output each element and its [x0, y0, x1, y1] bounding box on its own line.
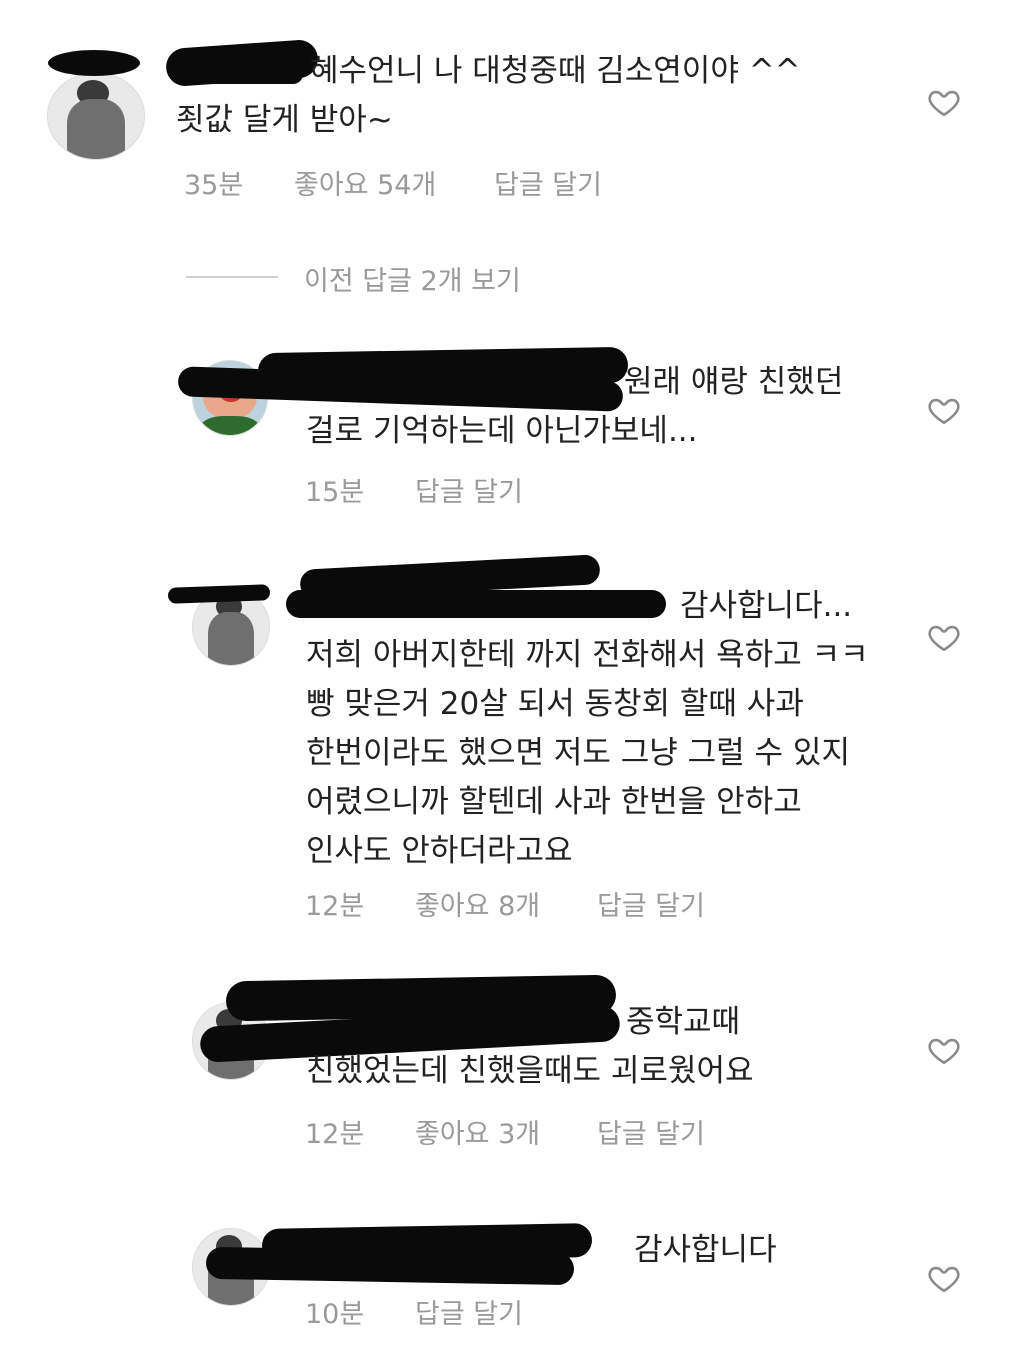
avatar-shirt-shape: [200, 415, 260, 435]
comment-text: 중학교때 친했었는데 친했을때도 괴로웠어요: [306, 1004, 754, 1089]
reply-button[interactable]: 답글 달기: [597, 1112, 705, 1151]
comment-text: 혜수언니 나 대청중때 김소연이야 ^^ 죗값 달게 받아~: [176, 53, 801, 138]
comment-text: 원래 얘랑 친했던 걸로 기억하는데 아닌가보네...: [306, 364, 844, 449]
comment-meta: 10분 답글 달기: [305, 1292, 523, 1331]
reply-button[interactable]: 답글 달기: [415, 1292, 523, 1331]
comment-meta: 12분 좋아요 8개 답글 달기: [305, 884, 705, 923]
comment-time: 15분: [305, 477, 365, 508]
like-count[interactable]: 좋아요 8개: [415, 884, 597, 923]
comment-meta: 15분 답글 달기: [305, 470, 523, 509]
heart-outline-icon[interactable]: [927, 393, 961, 427]
heart-outline-icon[interactable]: [927, 85, 961, 119]
comment-time: 35분: [184, 170, 244, 201]
comment-text: 감사합니다: [634, 1232, 777, 1268]
reply-button[interactable]: 답글 달기: [415, 470, 523, 509]
comment-meta: 35분 좋아요 54개 답글 달기: [184, 163, 602, 202]
heart-outline-icon[interactable]: [927, 1261, 961, 1295]
redaction-mark: [48, 50, 140, 76]
view-previous-divider: [186, 276, 278, 278]
comment-text: 감사합니다... 저희 아버지한테 까지 전화해서 욕하고 ㅋㅋ 빵 맞은거 2…: [306, 588, 869, 869]
heart-outline-icon[interactable]: [927, 620, 961, 654]
comment-time: 12분: [305, 1119, 365, 1150]
avatar[interactable]: [47, 72, 145, 160]
avatar-body-shape: [67, 98, 125, 159]
reply-button[interactable]: 답글 달기: [597, 884, 705, 923]
reply-button[interactable]: 답글 달기: [494, 163, 602, 202]
like-count[interactable]: 좋아요 3개: [415, 1112, 597, 1151]
comment-time: 10분: [305, 1299, 365, 1330]
like-count[interactable]: 좋아요 54개: [294, 163, 494, 202]
comment-meta: 12분 좋아요 3개 답글 달기: [305, 1112, 705, 1151]
comment-1: 혜수언니 나 대청중때 김소연이야 ^^ 죗값 달게 받아~ 35분 좋아요 5…: [0, 0, 1024, 220]
heart-outline-icon[interactable]: [927, 1033, 961, 1067]
avatar-body-shape: [208, 611, 254, 665]
comment-time: 12분: [305, 891, 365, 922]
view-previous-replies-button[interactable]: 이전 답글 2개 보기: [304, 259, 521, 298]
